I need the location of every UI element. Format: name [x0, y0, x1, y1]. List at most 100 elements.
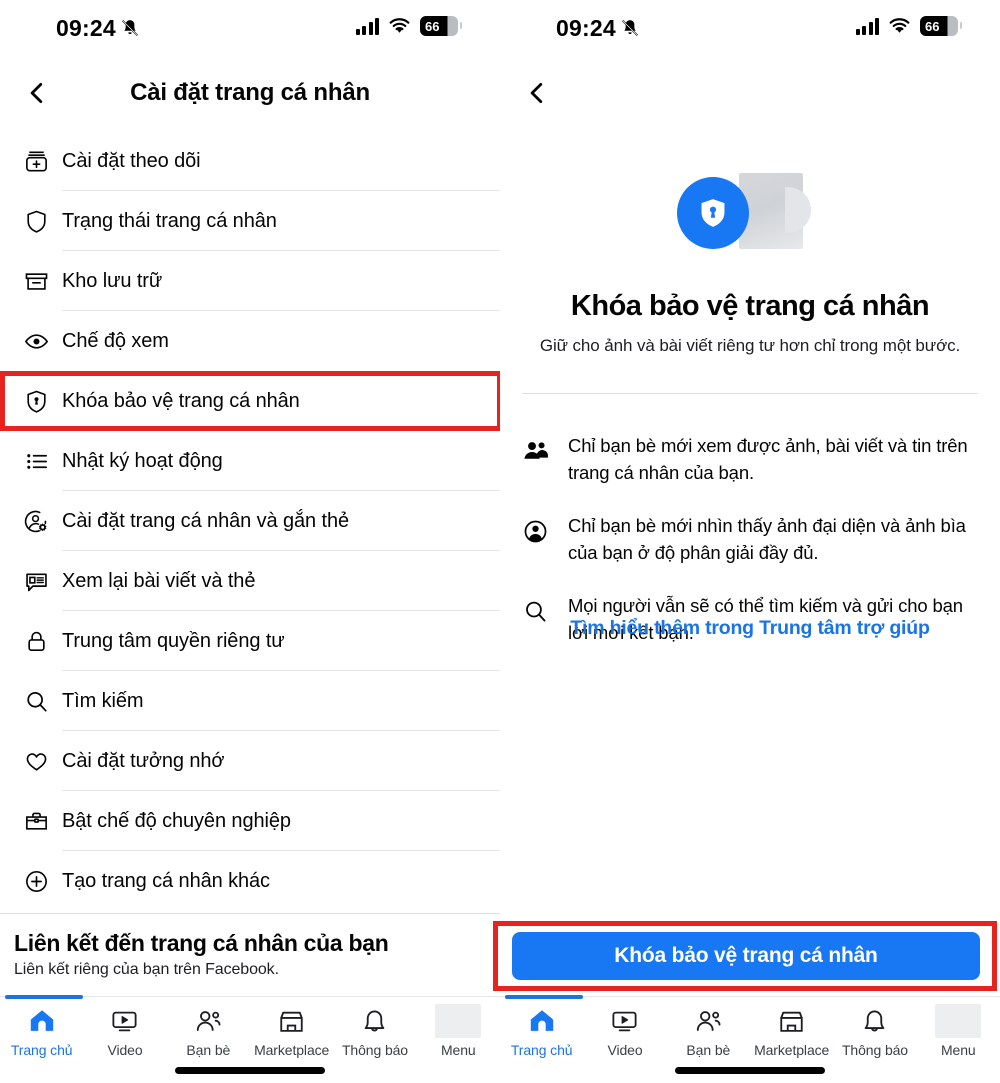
sidebar-item-follow-settings[interactable]: Cài đặt theo dõi: [0, 131, 500, 191]
profile-circle-icon: [522, 512, 568, 545]
tab-label: Bạn bè: [686, 1042, 731, 1058]
tab-friends[interactable]: Bạn bè: [667, 1004, 750, 1066]
chevron-left-icon: [530, 82, 543, 104]
tab-menu[interactable]: Menu: [917, 1004, 1000, 1066]
home-indicator: [0, 1067, 500, 1074]
menu-placeholder-icon: [935, 1004, 982, 1038]
tab-label: Marketplace: [754, 1042, 830, 1058]
status-bar-right: 09:24 66: [500, 0, 1000, 56]
tab-friends[interactable]: Bạn bè: [167, 1004, 250, 1066]
right-phone-panel: 09:24 66 Khóa bảo vệ trang cá nhân Giữ c…: [500, 0, 1000, 1083]
sidebar-item-activity-log[interactable]: Nhật ký hoạt động: [0, 431, 500, 491]
shield-icon: [10, 208, 62, 235]
sidebar-item-label: Tìm kiếm: [62, 689, 144, 712]
list-item-text: Chỉ bạn bè mới nhìn thấy ảnh đại diện và…: [568, 515, 966, 563]
video-icon: [110, 1004, 139, 1038]
tab-home[interactable]: Trang chủ: [500, 1004, 583, 1066]
wifi-icon: [889, 17, 910, 33]
tab-label: Thông báo: [841, 1042, 908, 1058]
sidebar-item-label: Cài đặt tưởng nhớ: [62, 749, 225, 772]
tab-notifications[interactable]: Thông báo: [333, 1004, 416, 1066]
lock-profile-button[interactable]: Khóa bảo vệ trang cá nhân: [512, 932, 980, 980]
nav-header-right: [500, 56, 1000, 130]
list-item: Chỉ bạn bè mới xem được ảnh, bài viết và…: [500, 432, 1000, 486]
status-time: 09:24: [56, 15, 116, 41]
review-posts-icon: [10, 568, 62, 595]
sidebar-item-professional-mode[interactable]: Bật chế độ chuyên nghiệp: [0, 791, 500, 851]
link-section-subtitle: Liên kết riêng của bạn trên Facebook.: [14, 961, 279, 978]
sidebar-item-review-posts[interactable]: Xem lại bài viết và thẻ: [0, 551, 500, 611]
bell-slash-icon: [120, 17, 140, 39]
padlock-icon: [10, 628, 62, 655]
tab-label: Menu: [440, 1042, 476, 1058]
friends-icon: [194, 1004, 223, 1038]
active-tab-indicator: [5, 995, 83, 999]
bell-icon: [860, 1004, 889, 1038]
eye-icon: [10, 328, 62, 355]
sidebar-item-profile-status[interactable]: Trạng thái trang cá nhân: [0, 191, 500, 251]
sidebar-item-label: Cài đặt trang cá nhân và gắn thẻ: [62, 509, 350, 532]
wifi-icon: [389, 17, 410, 33]
tab-home[interactable]: Trang chủ: [0, 1004, 83, 1066]
cellular-signal-icon: [355, 17, 379, 35]
sidebar-item-memorialization[interactable]: Cài đặt tưởng nhớ: [0, 731, 500, 791]
tab-label: Marketplace: [254, 1042, 330, 1058]
shield-lock-badge-icon: [677, 177, 749, 249]
marketplace-icon: [777, 1004, 806, 1038]
tab-menu[interactable]: Menu: [417, 1004, 500, 1066]
list-item: Chỉ bạn bè mới nhìn thấy ảnh đại diện và…: [500, 512, 1000, 566]
tab-marketplace[interactable]: Marketplace: [750, 1004, 833, 1066]
sidebar-item-label: Trạng thái trang cá nhân: [62, 209, 277, 232]
page-title: Cài đặt trang cá nhân: [130, 79, 370, 106]
bell-icon: [360, 1004, 389, 1038]
profile-tag-settings-icon: [10, 508, 62, 535]
battery-indicator: 66: [920, 16, 962, 36]
sidebar-item-label: Cài đặt theo dõi: [62, 149, 201, 172]
video-icon: [610, 1004, 639, 1038]
home-icon: [527, 1004, 557, 1038]
profile-settings-list: Cài đặt theo dõi Trạng thái trang cá nhâ…: [0, 131, 500, 911]
archive-box-icon: [10, 268, 62, 295]
sidebar-item-profile-lock[interactable]: Khóa bảo vệ trang cá nhân: [0, 371, 500, 431]
friends-icon: [694, 1004, 723, 1038]
search-icon: [10, 688, 62, 715]
link-to-profile-section[interactable]: Liên kết đến trang cá nhân của bạn Liên …: [0, 913, 500, 979]
home-indicator: [500, 1067, 1000, 1074]
tab-marketplace[interactable]: Marketplace: [250, 1004, 333, 1066]
sidebar-item-label: Tạo trang cá nhân khác: [62, 869, 270, 892]
sidebar-item-label: Khóa bảo vệ trang cá nhân: [62, 389, 300, 412]
sidebar-item-archive[interactable]: Kho lưu trữ: [0, 251, 500, 311]
bell-slash-icon: [620, 17, 640, 39]
follow-settings-icon: [10, 148, 62, 175]
sidebar-item-view-as[interactable]: Chế độ xem: [0, 311, 500, 371]
sidebar-item-privacy-center[interactable]: Trung tâm quyền riêng tư: [0, 611, 500, 671]
plus-circle-icon: [10, 868, 62, 895]
tab-label: Trang chủ: [10, 1042, 73, 1058]
section-divider: [522, 393, 978, 394]
hero-illustration: [500, 173, 1000, 249]
nav-header-left: Cài đặt trang cá nhân: [0, 56, 500, 130]
bottom-nav-tabs: Trang chủ Video Bạn bè Marketplace Thông…: [500, 1004, 1000, 1066]
briefcase-icon: [10, 808, 62, 835]
status-indicators: 66: [355, 16, 462, 36]
tab-notifications[interactable]: Thông báo: [833, 1004, 916, 1066]
help-center-link[interactable]: Tìm hiểu thêm trong Trung tâm trợ giúp: [500, 617, 1000, 640]
home-icon: [27, 1004, 57, 1038]
status-bar-left: 09:24 66: [0, 0, 500, 56]
cellular-signal-icon: [855, 17, 879, 35]
tab-label: Video: [107, 1042, 143, 1058]
bottom-nav-right: Trang chủ Video Bạn bè Marketplace Thông…: [500, 995, 1000, 1083]
sidebar-item-profile-tagging[interactable]: Cài đặt trang cá nhân và gắn thẻ: [0, 491, 500, 551]
tab-label: Menu: [940, 1042, 976, 1058]
sidebar-item-search[interactable]: Tìm kiếm: [0, 671, 500, 731]
shield-lock-icon: [10, 388, 62, 415]
battery-indicator: 66: [420, 16, 462, 36]
screenshot-stage: 09:24 66 Cài đặt trang cá nhân Cài đặt t…: [0, 0, 1000, 1083]
bottom-nav-tabs: Trang chủ Video Bạn bè Marketplace Thông…: [0, 1004, 500, 1066]
tab-video[interactable]: Video: [583, 1004, 666, 1066]
back-button[interactable]: [518, 74, 556, 112]
sidebar-item-create-profile[interactable]: Tạo trang cá nhân khác: [0, 851, 500, 911]
sidebar-item-label: Nhật ký hoạt động: [62, 449, 223, 472]
heart-icon: [10, 748, 62, 775]
tab-video[interactable]: Video: [83, 1004, 166, 1066]
